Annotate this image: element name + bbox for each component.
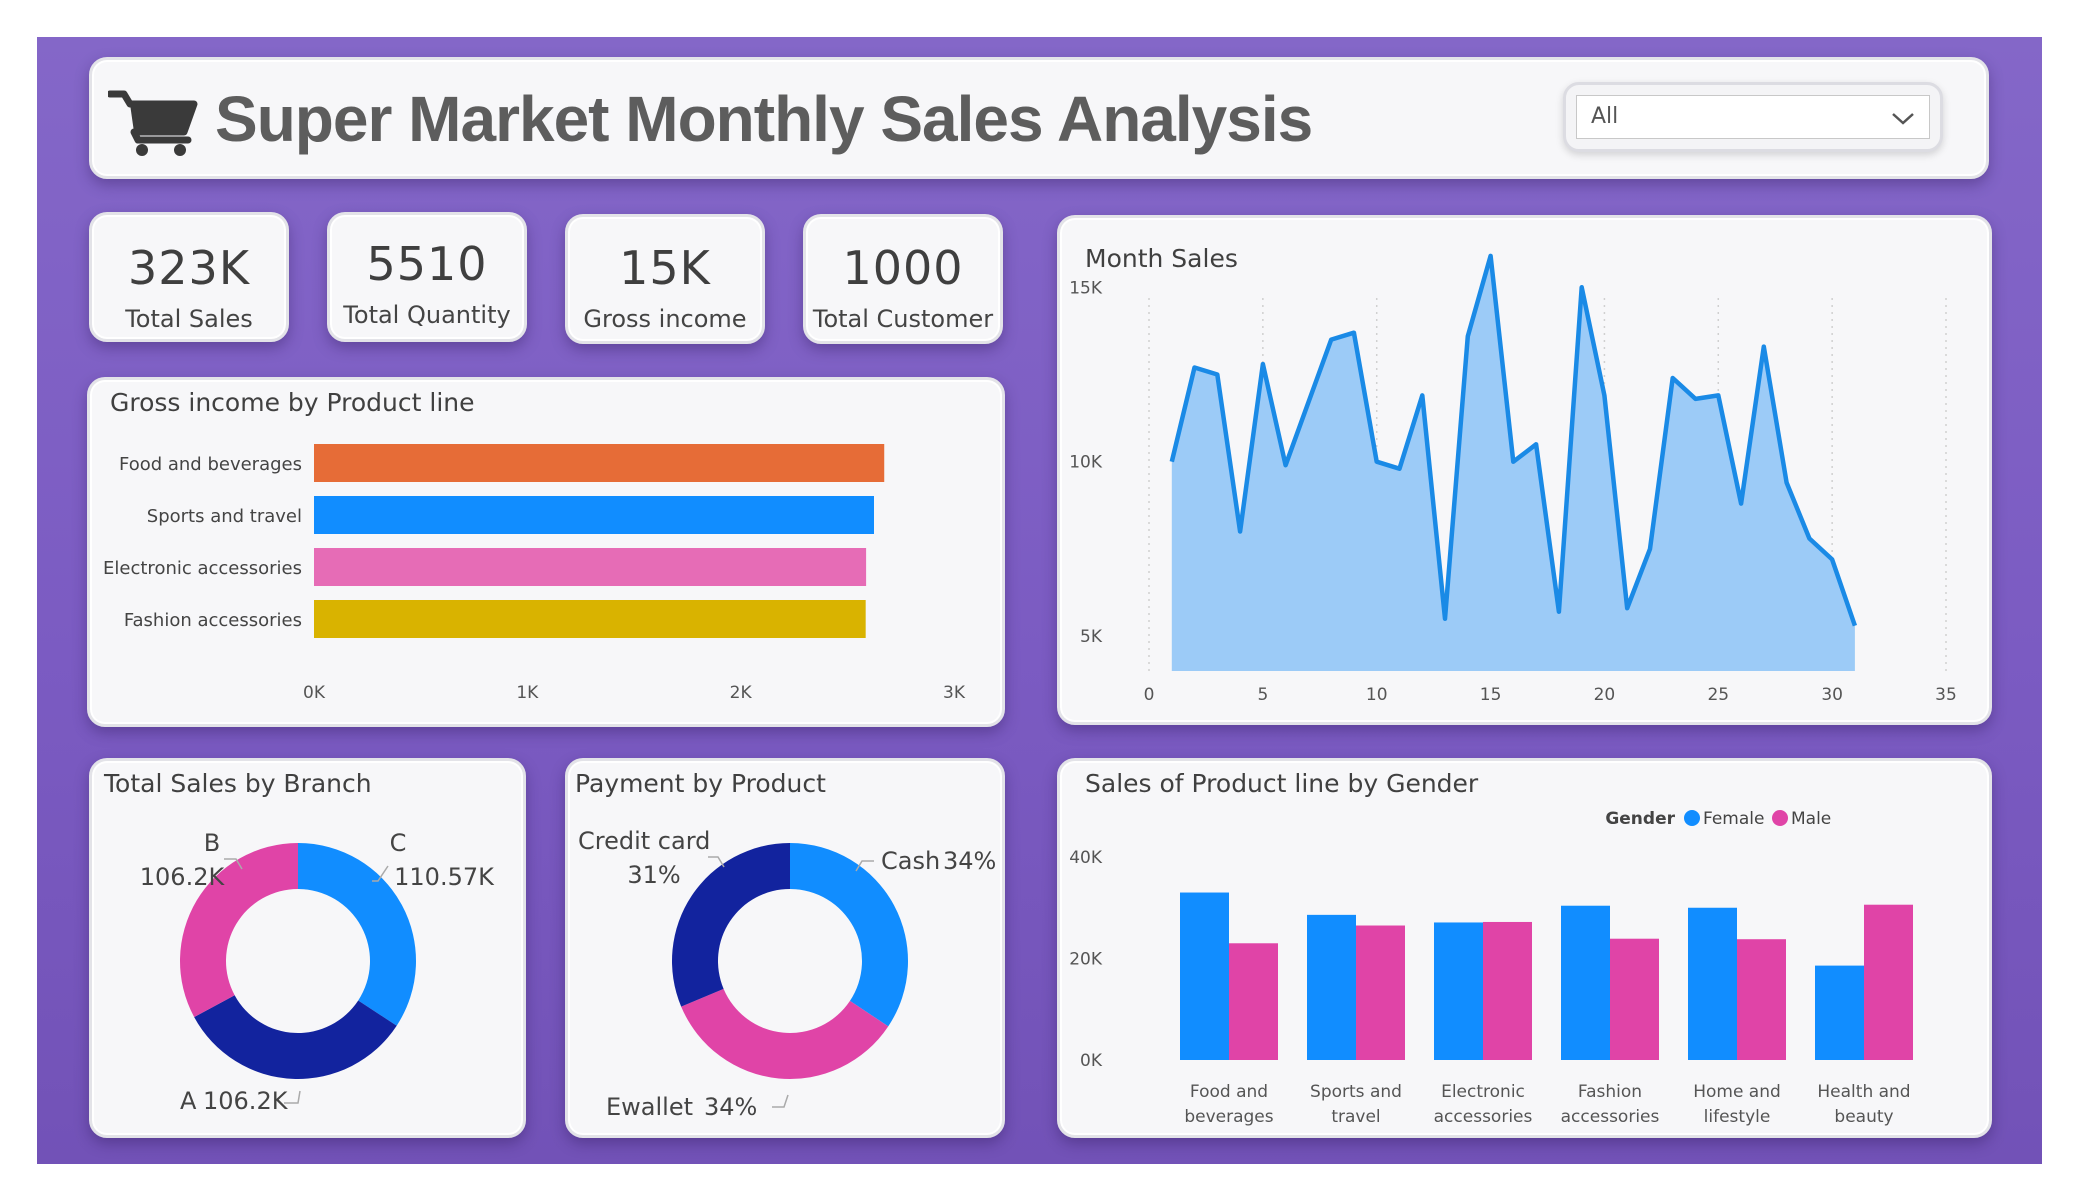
- category-label: Fashion accessories: [124, 610, 302, 631]
- gender-bar-chart: 0K 20K 40K Gender Female Male Food and beverage…: [1069, 809, 1913, 1127]
- month-sales-area-chart: 0 5 10 15 20 25 30 35 5K 10K 15K: [1069, 253, 1957, 705]
- x-tick-label: 20: [1594, 685, 1616, 705]
- bar: [314, 444, 885, 482]
- y-tick-label: 5K: [1080, 627, 1103, 647]
- x-tick-label: lifestyle: [1704, 1107, 1771, 1127]
- x-tick-label: 2K: [730, 683, 753, 703]
- bar: [1864, 904, 1913, 1060]
- kpi-card-total-sales: 323K Total Sales: [89, 212, 289, 342]
- x-tick-label: 35: [1935, 685, 1957, 705]
- slice-value: 106.2K: [140, 863, 226, 891]
- kpi-card-total-customer: 1000 Total Customer: [803, 214, 1003, 344]
- bar: [1737, 939, 1786, 1060]
- kpi-value: 323K: [128, 241, 250, 295]
- slice-label: Ewallet: [606, 1093, 693, 1121]
- leader-line: [772, 1094, 789, 1108]
- x-tick-label: 30: [1821, 685, 1843, 705]
- kpi-label: Total Sales: [125, 305, 253, 333]
- category-label: Food and beverages: [119, 454, 302, 475]
- kpi-card-total-quantity: 5510 Total Quantity: [327, 212, 527, 342]
- chevron-down-icon: [1892, 113, 1914, 125]
- bar: [1688, 907, 1737, 1060]
- x-tick-label: Electronic: [1441, 1082, 1525, 1102]
- slice-value: 34%: [704, 1093, 757, 1121]
- gross-income-card: Gross income by Product line Food and be…: [87, 377, 1005, 727]
- month-sales-card: Month Sales 0 5 10 15 20 25 30 35 5K 10K 15K: [1057, 215, 1992, 725]
- filter-select-box[interactable]: All: [1576, 95, 1930, 139]
- x-tick-label: 5: [1257, 685, 1268, 705]
- bar: [1434, 922, 1483, 1060]
- x-tick-label: 10: [1366, 685, 1388, 705]
- legend-marker: [1684, 810, 1700, 826]
- x-tick-label: 25: [1707, 685, 1729, 705]
- filter-value: All: [1591, 104, 1619, 129]
- bar: [1483, 921, 1532, 1060]
- kpi-label: Total Customer: [812, 305, 994, 333]
- category-label: Electronic accessories: [103, 558, 302, 579]
- kpi-label: Gross income: [583, 305, 747, 333]
- x-tick-label: beverages: [1184, 1107, 1273, 1127]
- legend-label: Male: [1791, 809, 1831, 829]
- bar: [1180, 892, 1229, 1060]
- bar: [1307, 914, 1356, 1060]
- x-tick-label: beauty: [1834, 1107, 1893, 1127]
- bar: [1561, 905, 1610, 1060]
- x-tick-label: 0K: [303, 683, 326, 703]
- x-tick-label: 1K: [516, 683, 539, 703]
- bar: [314, 548, 867, 586]
- branch-sales-card: Total Sales by Branch C 110.57K B 106.2K A 10…: [89, 758, 526, 1138]
- y-tick-label: 10K: [1069, 453, 1103, 473]
- shopping-cart-icon: [108, 90, 198, 156]
- slice-value: 106.2K: [203, 1087, 289, 1115]
- slice-label: B: [204, 829, 220, 857]
- payment-card: Payment by Product Cash 34% Credit card 31%…: [565, 758, 1005, 1138]
- x-tick-label: Health and: [1817, 1082, 1910, 1102]
- gross-income-bar-chart: Food and beverages Sports and travel Elect…: [103, 444, 966, 703]
- slice-value: 34%: [943, 847, 996, 875]
- legend-label: Female: [1703, 809, 1764, 829]
- x-tick-label: travel: [1331, 1107, 1380, 1127]
- x-tick-label: accessories: [1561, 1107, 1660, 1127]
- x-tick-label: 15: [1480, 685, 1502, 705]
- page-title: Super Market Monthly Sales Analysis: [215, 83, 1313, 155]
- x-tick-label: Sports and: [1310, 1082, 1402, 1102]
- kpi-label: Total Quantity: [343, 301, 511, 329]
- donut-slice: [672, 843, 790, 1007]
- legend-title: Gender: [1605, 809, 1675, 829]
- y-tick-label: 20K: [1069, 950, 1103, 970]
- x-tick-label: Fashion: [1578, 1082, 1642, 1102]
- legend-marker: [1772, 810, 1788, 826]
- bar: [314, 496, 874, 534]
- bar: [314, 600, 866, 638]
- x-tick-label: 0: [1144, 685, 1155, 705]
- x-tick-label: accessories: [1434, 1107, 1533, 1127]
- slice-label: A: [180, 1087, 197, 1115]
- kpi-value: 15K: [619, 241, 711, 295]
- x-tick-label: Food and: [1190, 1082, 1268, 1102]
- slice-label: C: [390, 829, 407, 857]
- branch-donut-chart: C110.57KB106.2KA 106.2K: [140, 829, 495, 1115]
- kpi-value: 1000: [842, 241, 964, 295]
- payment-donut-chart: Cash 34%Credit card31%Ewallet 34%: [578, 827, 996, 1121]
- donut-slice: [194, 995, 397, 1079]
- kpi-value: 5510: [366, 237, 488, 291]
- bar: [1356, 925, 1405, 1060]
- y-tick-label: 40K: [1069, 848, 1103, 868]
- slice-label: Credit card: [578, 827, 710, 855]
- filter-dropdown[interactable]: All: [1563, 82, 1943, 152]
- x-tick-label: Home and: [1693, 1082, 1781, 1102]
- bar: [1815, 965, 1864, 1060]
- category-label: Sports and travel: [147, 506, 302, 527]
- y-tick-label: 15K: [1069, 278, 1103, 298]
- bar: [1229, 943, 1278, 1060]
- y-tick-label: 0K: [1080, 1051, 1103, 1071]
- kpi-card-gross-income: 15K Gross income: [565, 214, 765, 344]
- slice-label: Cash: [881, 847, 940, 875]
- x-tick-label: 3K: [943, 683, 966, 703]
- bar: [1610, 938, 1659, 1060]
- gender-sales-card: Sales of Product line by Gender 0K 20K 40K…: [1057, 758, 1992, 1138]
- slice-value: 31%: [627, 861, 680, 889]
- slice-value: 110.57K: [394, 863, 495, 891]
